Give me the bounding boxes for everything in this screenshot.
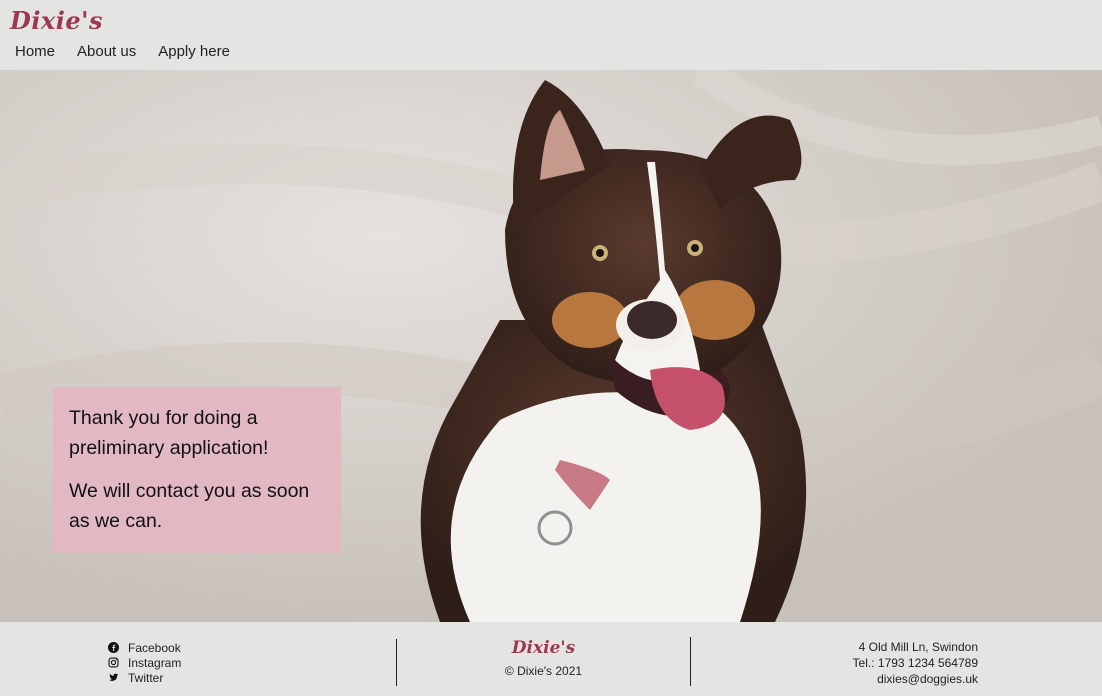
facebook-icon xyxy=(108,642,119,653)
email-link[interactable]: dixies@doggies.uk xyxy=(853,671,978,687)
site-header: Dixie's Home About us Apply here xyxy=(0,0,1102,70)
social-links: Facebook Instagram Twitter xyxy=(108,640,181,685)
instagram-label: Instagram xyxy=(128,655,182,670)
address-text: 4 Old Mill Ln, Swindon xyxy=(858,640,978,654)
thank-you-text: Thank you for doing a preliminary applic… xyxy=(69,407,269,459)
facebook-label: Facebook xyxy=(128,640,181,655)
twitter-icon xyxy=(109,673,119,681)
footer-brand: Dixie's © Dixie's 2021 xyxy=(397,638,690,678)
twitter-link[interactable]: Twitter xyxy=(108,670,181,685)
main-nav: Home About us Apply here xyxy=(15,43,230,60)
copyright-text: © Dixie's 2021 xyxy=(504,664,583,678)
facebook-link[interactable]: Facebook xyxy=(108,640,181,655)
site-logo[interactable]: Dixie's xyxy=(10,6,103,35)
nav-link-apply[interactable]: Apply here xyxy=(158,43,230,60)
instagram-link[interactable]: Instagram xyxy=(108,655,181,670)
contact-info: 4 Old Mill Ln, Swindon Tel.: 1793 1234 5… xyxy=(853,639,978,687)
footer-divider-right xyxy=(690,637,691,686)
nav-link-about[interactable]: About us xyxy=(77,43,136,60)
nav-link-home[interactable]: Home xyxy=(15,43,55,60)
instagram-icon xyxy=(108,657,119,668)
phone-text: Tel.: 1793 1234 564789 xyxy=(852,656,978,670)
twitter-label: Twitter xyxy=(128,670,164,685)
contact-soon-text: We will contact you as soon as we can. xyxy=(69,480,310,532)
site-footer: Facebook Instagram Twitter Dixie's © Dix… xyxy=(0,622,1102,696)
hero-banner: Thank you for doing a preliminary applic… xyxy=(0,70,1102,622)
footer-logo: Dixie's xyxy=(511,638,576,658)
confirmation-message: Thank you for doing a preliminary applic… xyxy=(53,387,341,553)
